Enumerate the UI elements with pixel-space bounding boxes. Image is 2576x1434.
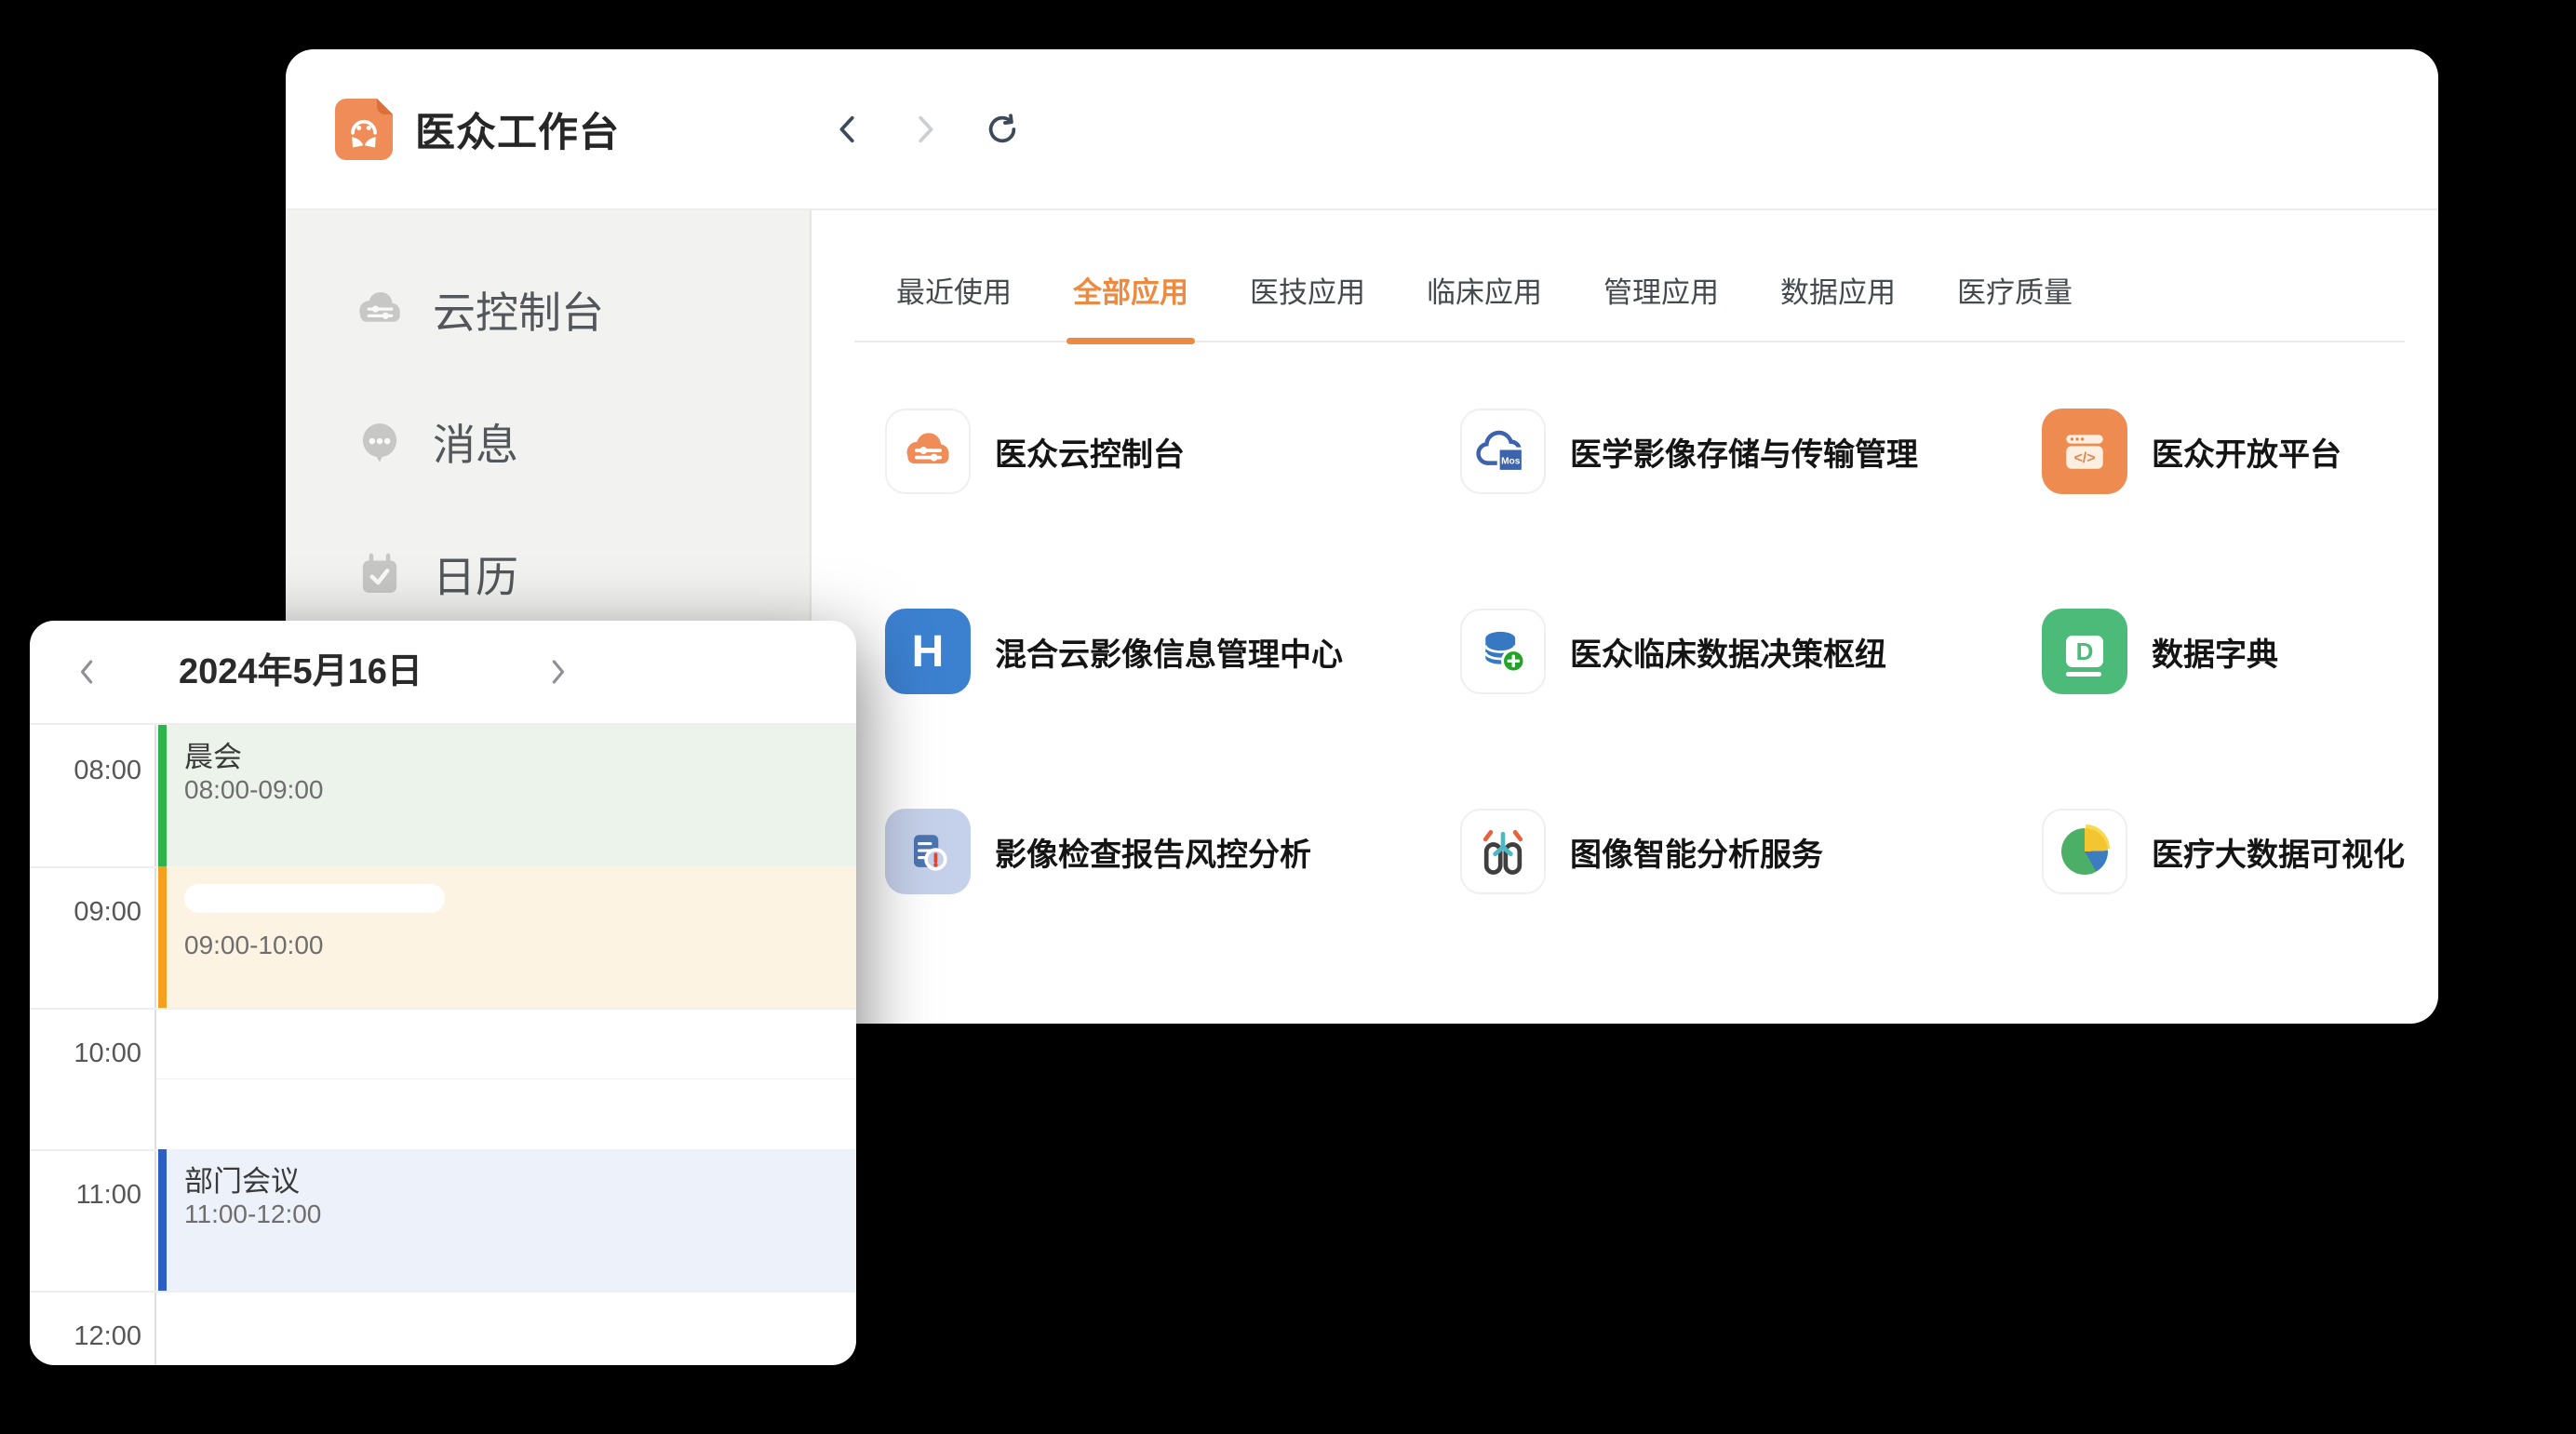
calendar-event-redacted[interactable]: 09:00-10:00 <box>158 866 856 1008</box>
calendar-date: 2024年5月16日 <box>179 621 423 723</box>
time-gutter-divider <box>154 725 156 1365</box>
window-header: 医众工作台 <box>286 49 2438 210</box>
refresh-button[interactable] <box>985 111 1020 148</box>
tab-management[interactable]: 管理应用 <box>1603 269 1719 311</box>
event-title: 部门会议 <box>184 1166 856 1198</box>
calendar-prev-button[interactable] <box>67 651 108 692</box>
back-button[interactable] <box>830 111 865 148</box>
pie-chart-icon <box>2042 809 2127 894</box>
tab-data[interactable]: 数据应用 <box>1780 269 1896 311</box>
hour-gridline <box>30 1008 856 1010</box>
app-label: 影像检查报告风控分析 <box>995 829 1311 875</box>
time-label: 09:00 <box>30 897 141 928</box>
calendar-day-view: 08:00 09:00 10:00 11:00 12:00 晨会 08:00-0… <box>30 725 856 1365</box>
time-label: 08:00 <box>30 756 141 786</box>
tab-clinical[interactable]: 临床应用 <box>1427 269 1542 311</box>
sidebar-item-messages[interactable]: 消息 <box>286 376 810 508</box>
app-big-data-visualization[interactable]: 医疗大数据可视化 <box>2042 809 2405 894</box>
svg-text:Mos: Mos <box>1501 457 1521 467</box>
app-hybrid-cloud-imaging[interactable]: H 混合云影像信息管理中心 <box>885 609 1460 694</box>
calendar-header: 2024年5月16日 <box>30 621 856 725</box>
sidebar-item-label: 日历 <box>433 543 518 605</box>
sidebar-item-cloud-console[interactable]: 云控制台 <box>286 244 810 376</box>
lungs-icon <box>1460 809 1546 894</box>
calendar-next-button[interactable] <box>537 651 578 692</box>
chevron-right-icon <box>547 657 568 687</box>
app-label: 数据字典 <box>2152 629 2278 675</box>
letter-h-icon: H <box>885 609 971 694</box>
chevron-left-icon <box>77 657 98 687</box>
chevron-right-icon <box>909 112 941 147</box>
svg-text:</>: </> <box>2073 450 2095 466</box>
app-label: 医众临床数据决策枢纽 <box>1570 629 1886 675</box>
app-label: 医众云控制台 <box>995 429 1185 475</box>
robot-face-icon <box>342 107 386 152</box>
app-label: 图像智能分析服务 <box>1570 829 1823 875</box>
event-time: 11:00-12:00 <box>184 1199 856 1229</box>
calendar-event-morning-meeting[interactable]: 晨会 08:00-09:00 <box>158 725 856 866</box>
cloud-mos-icon: Mos <box>1460 409 1546 494</box>
time-label: 10:00 <box>30 1039 141 1069</box>
app-logo-icon <box>335 99 393 160</box>
app-category-tabs: 最近使用 全部应用 医技应用 临床应用 管理应用 数据应用 医疗质量 <box>854 269 2405 342</box>
app-title: 医众工作台 <box>415 101 620 158</box>
dictionary-book-icon: D <box>2042 609 2127 694</box>
tab-quality[interactable]: 医疗质量 <box>1957 269 2073 311</box>
code-window-icon: </> <box>2042 409 2127 494</box>
app-label: 医学影像存储与传输管理 <box>1570 429 1918 475</box>
calendar-check-icon <box>353 547 407 601</box>
time-label: 11:00 <box>30 1180 141 1211</box>
cloud-sliders-icon <box>885 409 971 494</box>
hour-gridline <box>30 1291 856 1293</box>
forward-button[interactable] <box>907 111 943 148</box>
app-data-dictionary[interactable]: D 数据字典 <box>2042 609 2405 694</box>
browser-nav <box>830 49 1020 208</box>
app-label: 医众开放平台 <box>2152 429 2341 475</box>
event-time: 08:00-09:00 <box>184 775 856 805</box>
screen: 医众工作台 <box>0 0 2576 1434</box>
app-label: 混合云影像信息管理中心 <box>995 629 1343 675</box>
app-clinical-data-hub[interactable]: 医众临床数据决策枢纽 <box>1460 609 2042 694</box>
calendar-panel: 2024年5月16日 08:00 09:00 10:00 11:00 12:00… <box>30 621 856 1365</box>
sidebar-item-label: 云控制台 <box>433 279 604 341</box>
app-image-ai-analysis[interactable]: 图像智能分析服务 <box>1460 809 2042 894</box>
app-cloud-console[interactable]: 医众云控制台 <box>885 409 1460 494</box>
event-time: 09:00-10:00 <box>184 931 856 960</box>
app-imaging-storage[interactable]: Mos 医学影像存储与传输管理 <box>1460 409 2042 494</box>
refresh-icon <box>985 112 1020 147</box>
event-title: 晨会 <box>184 742 856 773</box>
pie-circle <box>2061 828 2108 875</box>
app-grid: 医众云控制台 Mos 医学影像存储与传输管理 <box>885 409 2405 894</box>
calendar-event-department-meeting[interactable]: 部门会议 11:00-12:00 <box>158 1149 856 1291</box>
app-label: 医疗大数据可视化 <box>2152 829 2405 875</box>
sidebar-item-label: 消息 <box>433 411 518 473</box>
page-fold <box>377 99 393 114</box>
tab-recent[interactable]: 最近使用 <box>896 269 1012 311</box>
app-open-platform[interactable]: </> 医众开放平台 <box>2042 409 2405 494</box>
content-area: 最近使用 全部应用 医技应用 临床应用 管理应用 数据应用 医疗质量 <box>812 210 2438 1022</box>
cloud-console-icon <box>353 283 407 337</box>
time-label: 12:00 <box>30 1321 141 1352</box>
tab-medtech[interactable]: 医技应用 <box>1250 269 1365 311</box>
redacted-title-pill <box>184 884 445 913</box>
chevron-left-icon <box>832 112 864 147</box>
app-report-risk-analysis[interactable]: 影像检查报告风控分析 <box>885 809 1460 894</box>
tab-all-apps[interactable]: 全部应用 <box>1073 269 1188 311</box>
report-alert-icon <box>885 809 971 894</box>
message-bubble-icon <box>353 415 407 469</box>
database-plus-icon <box>1460 609 1546 694</box>
